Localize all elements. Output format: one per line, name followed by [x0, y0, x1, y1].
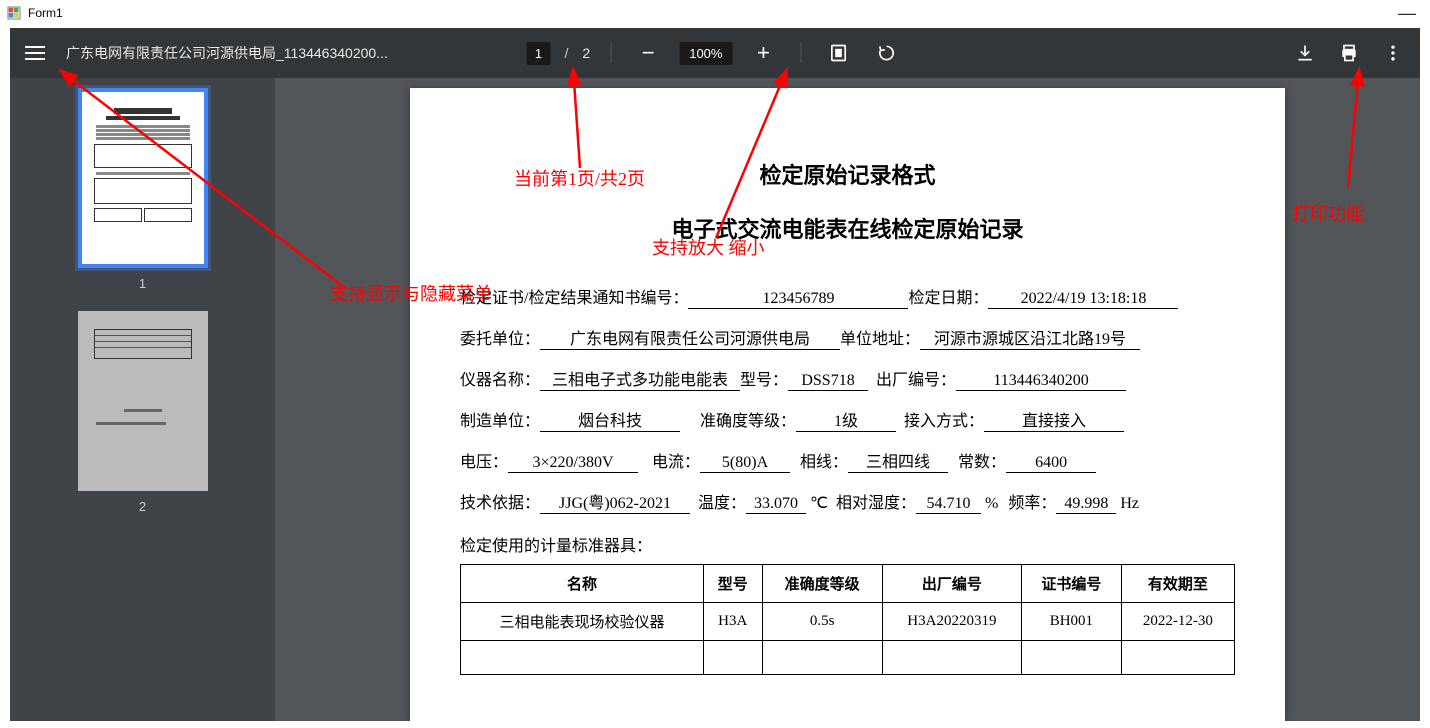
field-row: 仪器名称： 三相电子式多功能电能表 型号： DSS718 出厂编号： 11344… [460, 366, 1235, 391]
field-row: 制造单位： 烟台科技 准确度等级： 1级 接入方式： 直接接入 [460, 407, 1235, 432]
viewer-toolbar: 广东电网有限责任公司河源供电局_113446340200... 1 / 2 − … [10, 28, 1420, 78]
zoom-level[interactable]: 100% [679, 42, 732, 65]
doc-title: 检定原始记录格式 [460, 158, 1235, 190]
address: 河源市源城区沿江北路19号 [920, 325, 1140, 350]
document-filename: 广东电网有限责任公司河源供电局_113446340200... [66, 43, 388, 63]
thumbnail-label: 1 [78, 276, 208, 291]
app-icon [6, 5, 22, 21]
table-row [461, 641, 1235, 675]
window-titlebar: Form1 — [0, 0, 1430, 26]
rotate-button[interactable] [869, 36, 903, 70]
th: 准确度等级 [762, 565, 882, 603]
maker: 烟台科技 [540, 407, 680, 432]
temperature: 33.070 [746, 495, 806, 514]
field-row: 电压： 3×220/380V 电流： 5(80)A 相线： 三相四线 常数： 6… [460, 448, 1235, 473]
field-row: 检定证书/检定结果通知书编号： 123456789 检定日期： 2022/4/1… [460, 284, 1235, 309]
voltage: 3×220/380V [508, 454, 638, 473]
model: DSS718 [788, 372, 868, 391]
accuracy-class: 1级 [796, 407, 896, 432]
field-row: 技术依据： JJG(粤)062-2021 温度： 33.070 ℃ 相对湿度： … [460, 489, 1235, 514]
page-separator: / [565, 45, 569, 61]
more-menu-button[interactable] [1376, 36, 1410, 70]
thumbnail-item[interactable]: 1 [78, 88, 208, 291]
th: 出厂编号 [882, 565, 1021, 603]
cert-date: 2022/4/19 13:18:18 [988, 290, 1178, 309]
section-label: 检定使用的计量标准器具： [460, 532, 1235, 556]
th: 有效期至 [1121, 565, 1234, 603]
humidity: 54.710 [916, 495, 981, 514]
field-row: 委托单位： 广东电网有限责任公司河源供电局 单位地址： 河源市源城区沿江北路19… [460, 325, 1235, 350]
frequency: 49.998 [1056, 495, 1116, 514]
th: 证书编号 [1022, 565, 1122, 603]
thumbnail-item[interactable]: 2 [78, 311, 208, 514]
basis: JJG(粤)062-2021 [540, 489, 690, 514]
cert-no: 123456789 [688, 290, 908, 309]
instruments-table: 名称 型号 准确度等级 出厂编号 证书编号 有效期至 三相电能表现场校验仪器 H… [460, 564, 1235, 675]
pdf-viewer: 广东电网有限责任公司河源供电局_113446340200... 1 / 2 − … [10, 28, 1420, 721]
table-row: 三相电能表现场校验仪器 H3A 0.5s H3A20220319 BH001 2… [461, 603, 1235, 641]
current: 5(80)A [700, 454, 790, 473]
connection: 直接接入 [984, 407, 1124, 432]
instrument-name: 三相电子式多功能电能表 [540, 366, 740, 391]
zoom-out-button[interactable]: − [631, 36, 665, 70]
serial-no: 113446340200 [956, 372, 1126, 391]
thumbnail-page-2[interactable] [78, 311, 208, 491]
fit-page-button[interactable] [821, 36, 855, 70]
pdf-page: 检定原始记录格式 电子式交流电能表在线检定原始记录 检定证书/检定结果通知书编号… [410, 88, 1285, 721]
minimize-button[interactable]: — [1398, 3, 1424, 24]
zoom-in-button[interactable]: + [746, 36, 780, 70]
toolbar-divider [610, 43, 611, 63]
download-button[interactable] [1288, 36, 1322, 70]
thumbnail-page-1[interactable] [78, 88, 208, 268]
page-total: 2 [582, 45, 590, 61]
menu-toggle-button[interactable] [10, 28, 60, 78]
page-viewport[interactable]: 检定原始记录格式 电子式交流电能表在线检定原始记录 检定证书/检定结果通知书编号… [275, 28, 1420, 721]
toolbar-divider [800, 43, 801, 63]
print-button[interactable] [1332, 36, 1366, 70]
client: 广东电网有限责任公司河源供电局 [540, 325, 840, 350]
constant: 6400 [1006, 454, 1096, 473]
thumbnail-label: 2 [78, 499, 208, 514]
page-current-input[interactable]: 1 [527, 42, 551, 65]
thumbnail-sidebar: 1 2 [10, 28, 275, 721]
doc-subtitle: 电子式交流电能表在线检定原始记录 [460, 212, 1235, 244]
th: 名称 [461, 565, 704, 603]
window-title: Form1 [28, 6, 63, 20]
th: 型号 [703, 565, 762, 603]
phase: 三相四线 [848, 448, 948, 473]
